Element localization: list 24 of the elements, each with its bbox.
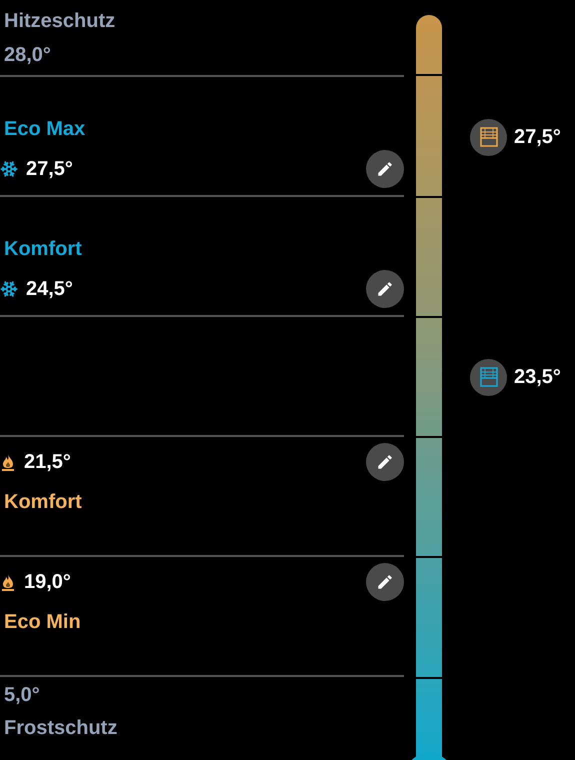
temperature: 21,5° [24,450,71,475]
mode-label: Eco Max [4,118,86,140]
pencil-icon [376,160,394,178]
mode-label: Komfort [4,491,82,513]
limit-temperature: 5,0° [4,683,41,708]
mode-label: Komfort [4,238,82,260]
pencil-icon [376,453,394,471]
limit-temperature: 28,0° [4,43,52,68]
blind-temperature: 27,5° [514,125,561,150]
snowflake-icon [0,160,18,178]
mode-label: Eco Min [4,611,81,633]
limit-label: Frostschutz [4,716,118,741]
blind-temperature: 23,5° [514,365,561,390]
edit-button[interactable] [366,150,404,188]
temperature: 27,5° [26,157,73,182]
snowflake-icon [0,280,18,298]
pencil-icon [376,573,394,591]
temperature: 19,0° [24,570,71,595]
edit-button[interactable] [366,270,404,308]
edit-button[interactable] [366,563,404,601]
limit-label: Hitzeschutz [4,9,116,34]
edit-button[interactable] [366,443,404,481]
temperature: 24,5° [26,277,73,302]
pencil-icon [376,280,394,298]
